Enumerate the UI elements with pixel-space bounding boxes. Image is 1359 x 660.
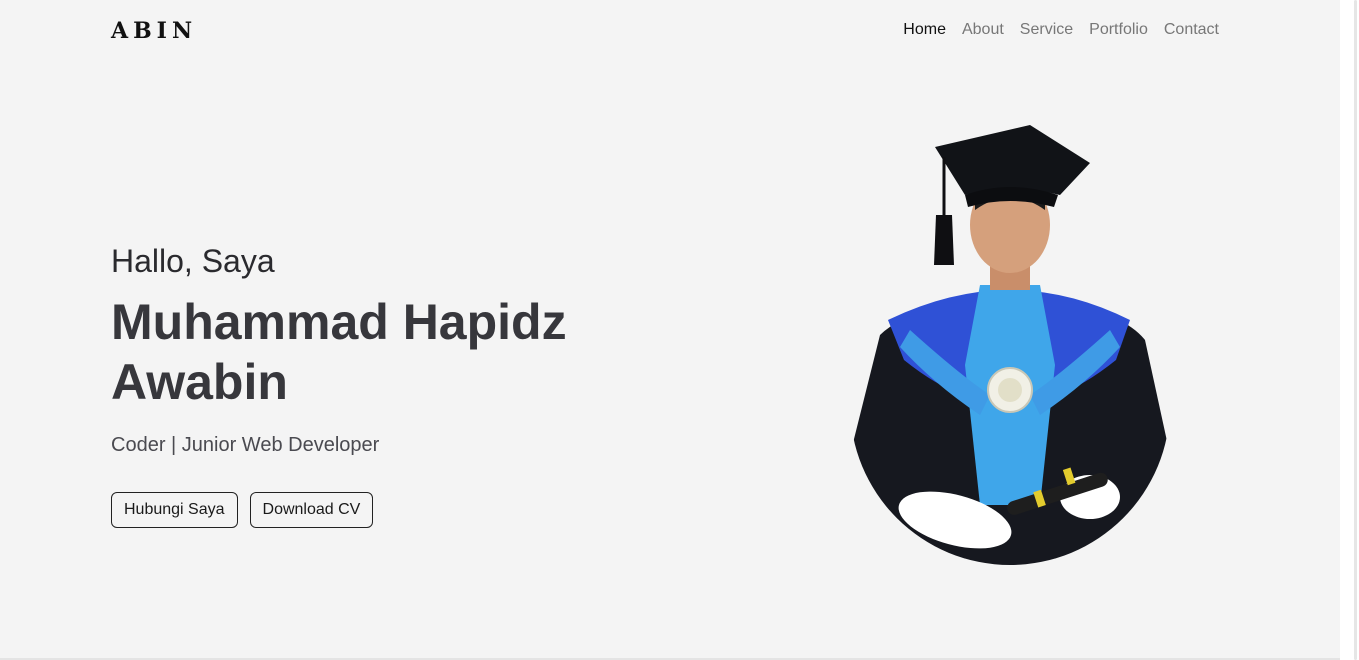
hero-name-line2: Awabin — [111, 354, 288, 410]
hero-name: Muhammad Hapidz Awabin — [111, 292, 731, 412]
hero-name-line1: Muhammad Hapidz — [111, 294, 567, 350]
main-nav: Home About Service Portfolio Contact — [903, 21, 1219, 39]
tassel — [934, 215, 954, 265]
brand-logo[interactable]: ABIN — [111, 18, 197, 44]
nav-contact[interactable]: Contact — [1164, 21, 1219, 39]
hero-actions: Hubungi Saya Download CV — [111, 492, 374, 528]
hero-role: Coder | Junior Web Developer — [111, 434, 380, 456]
gown-body — [850, 285, 1170, 565]
nav-service[interactable]: Service — [1020, 21, 1073, 39]
mortarboard-cap — [935, 125, 1090, 195]
contact-button[interactable]: Hubungi Saya — [111, 492, 238, 528]
nav-portfolio[interactable]: Portfolio — [1089, 21, 1148, 39]
hero-greeting: Hallo, Saya — [111, 243, 275, 279]
profile-photo — [850, 125, 1170, 565]
nav-home[interactable]: Home — [903, 21, 946, 39]
download-cv-button[interactable]: Download CV — [249, 492, 374, 528]
nav-about[interactable]: About — [962, 21, 1004, 39]
page: ABIN Home About Service Portfolio Contac… — [0, 0, 1340, 660]
scrollbar-thumb[interactable] — [1354, 0, 1357, 660]
